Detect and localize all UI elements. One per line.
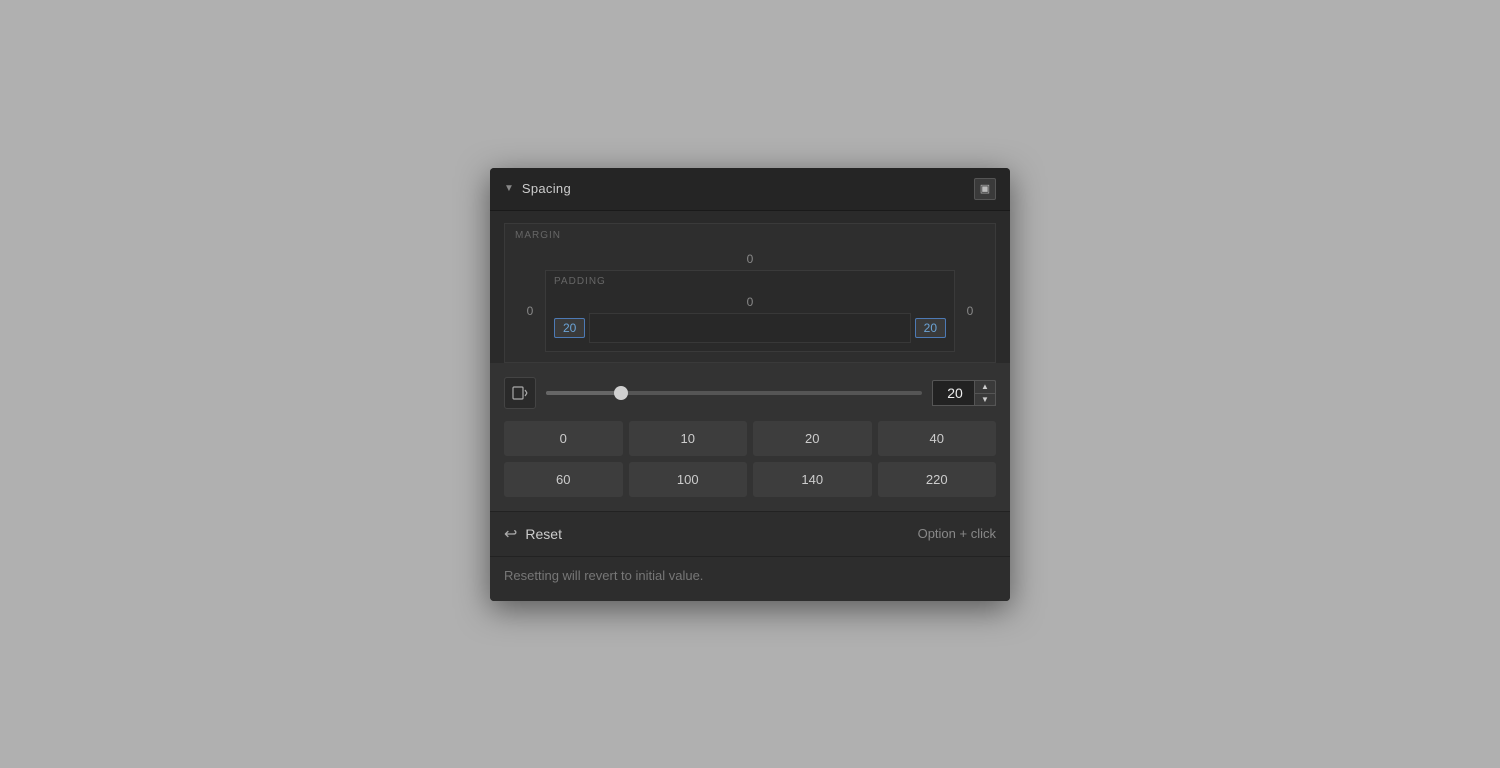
spinner-down-button[interactable]: ▼ (974, 393, 996, 406)
preset-button-0[interactable]: 0 (504, 421, 623, 456)
padding-sides: 20 20 (554, 313, 946, 343)
inner-content-area (589, 313, 910, 343)
preset-button-60[interactable]: 60 (504, 462, 623, 497)
info-area: Resetting will revert to initial value. (490, 556, 1010, 601)
controls-area: ▲ ▼ 0 10 20 40 60 100 140 220 (490, 363, 1010, 511)
preset-button-10[interactable]: 10 (629, 421, 748, 456)
reset-icon: ↩ (504, 524, 517, 544)
preset-button-40[interactable]: 40 (878, 421, 997, 456)
panel-title: Spacing (522, 181, 571, 196)
preset-button-140[interactable]: 140 (753, 462, 872, 497)
margin-sides: 0 PADDING 0 20 20 0 (515, 270, 985, 352)
margin-right-value: 0 (955, 270, 985, 352)
panel-header-left: ▼ Spacing (504, 181, 571, 196)
info-text: Resetting will revert to initial value. (504, 568, 703, 583)
input-mode-icon (512, 386, 528, 400)
shortcut-hint: Option + click (918, 526, 996, 541)
reset-button[interactable]: ↩ Reset (504, 524, 562, 544)
margin-label: MARGIN (515, 230, 561, 241)
padding-top-value: 0 (554, 295, 946, 309)
padding-right-value: 20 (915, 318, 946, 338)
panel-icon: ▣ (980, 182, 990, 195)
spacing-diagram: MARGIN 0 0 PADDING 0 20 20 0 (490, 211, 1010, 363)
spinner-buttons: ▲ ▼ (974, 380, 996, 406)
padding-label: PADDING (554, 276, 606, 287)
slider-row: ▲ ▼ (504, 377, 996, 409)
spacing-panel: ▼ Spacing ▣ MARGIN 0 0 PADDING 0 20 20 (490, 168, 1010, 601)
padding-left-value: 20 (554, 318, 585, 338)
margin-left-value: 0 (515, 270, 545, 352)
panel-settings-button[interactable]: ▣ (974, 178, 996, 200)
slider-track[interactable] (546, 391, 922, 395)
preset-button-20[interactable]: 20 (753, 421, 872, 456)
slider-fill (546, 391, 621, 395)
slider-thumb[interactable] (614, 386, 628, 400)
margin-top-value: 0 (515, 252, 985, 266)
spinner-up-button[interactable]: ▲ (974, 380, 996, 393)
preset-button-100[interactable]: 100 (629, 462, 748, 497)
reset-area: ↩ Reset Option + click (490, 511, 1010, 556)
preset-button-220[interactable]: 220 (878, 462, 997, 497)
reset-label: Reset (525, 526, 562, 542)
chevron-down-icon[interactable]: ▼ (504, 183, 514, 194)
padding-box: PADDING 0 20 20 (545, 270, 955, 352)
value-spinner: ▲ ▼ (932, 380, 996, 406)
input-mode-button[interactable] (504, 377, 536, 409)
preset-grid: 0 10 20 40 60 100 140 220 (504, 421, 996, 497)
panel-header: ▼ Spacing ▣ (490, 168, 1010, 211)
margin-box: MARGIN 0 0 PADDING 0 20 20 0 (504, 223, 996, 363)
